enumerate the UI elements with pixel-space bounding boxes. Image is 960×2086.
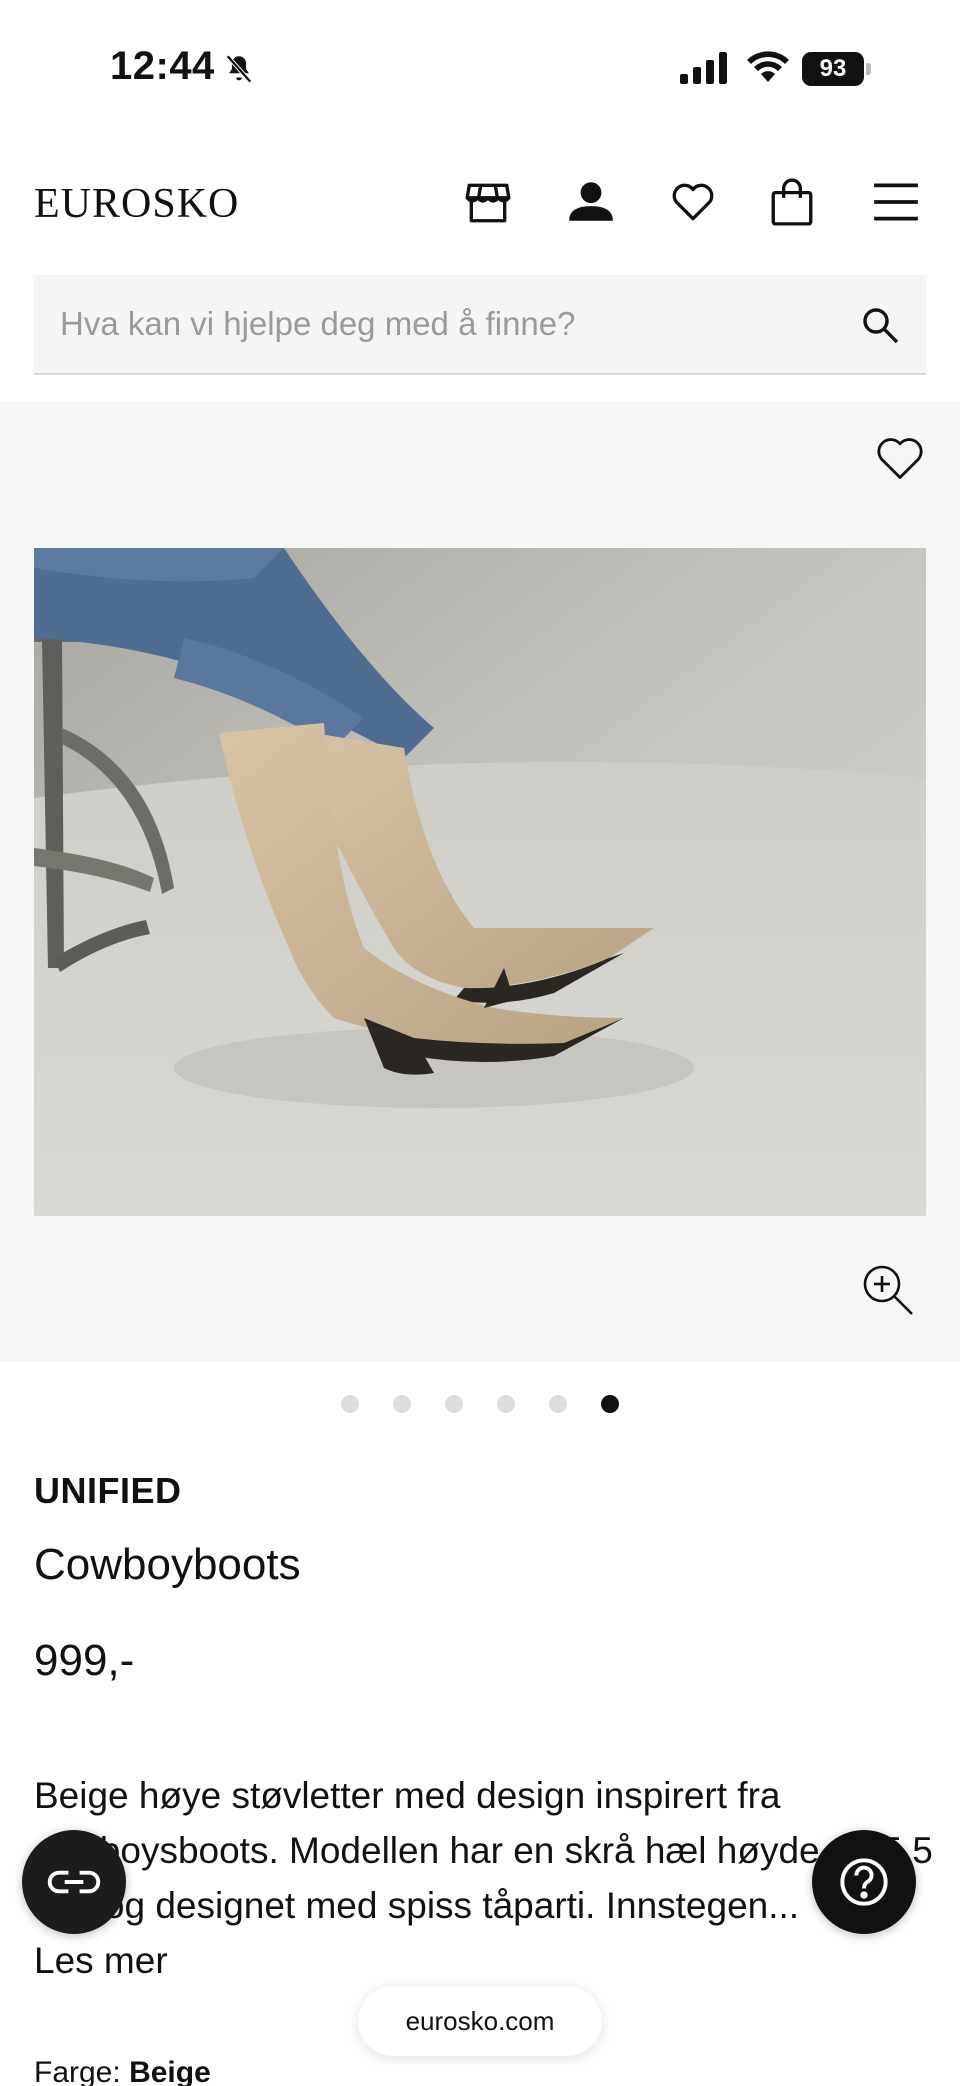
color-label: Farge:	[34, 2056, 121, 2086]
gallery-pagination	[0, 1395, 960, 1415]
product-name: Cowboyboots	[34, 1540, 301, 1589]
battery-tip	[866, 63, 871, 75]
status-time: 12:44	[110, 44, 215, 88]
bag-icon	[771, 178, 813, 226]
wifi-icon	[747, 51, 789, 82]
heart-icon	[672, 183, 714, 221]
eurosko-logo[interactable]: EUROSKO	[34, 180, 239, 228]
store-icon	[465, 183, 511, 223]
store-button[interactable]	[458, 172, 518, 232]
link-toggle-icon	[47, 1870, 101, 1894]
gallery-dot[interactable]	[549, 1395, 567, 1413]
search-icon[interactable]	[860, 305, 900, 345]
account-icon	[569, 182, 613, 221]
account-button[interactable]	[561, 172, 621, 232]
gallery-dot-active[interactable]	[601, 1395, 619, 1413]
wishlist-button[interactable]	[663, 172, 723, 232]
cart-button[interactable]	[762, 172, 822, 232]
product-description: Beige høye støvletter med design inspire…	[34, 1768, 934, 1988]
menu-button[interactable]	[866, 172, 926, 232]
battery-level: 93	[802, 52, 864, 86]
color-value: Beige	[129, 2056, 211, 2086]
status-bar: 12:44 93	[0, 0, 960, 140]
gallery-dot[interactable]	[393, 1395, 411, 1413]
gallery-dot[interactable]	[341, 1395, 359, 1413]
gallery-dot[interactable]	[497, 1395, 515, 1413]
product-image[interactable]	[34, 548, 926, 1216]
read-more-link[interactable]: Les mer	[34, 1933, 934, 1988]
accessibility-button[interactable]	[22, 1830, 126, 1934]
browser-url-bar[interactable]: eurosko.com	[358, 1986, 602, 2056]
product-gallery	[0, 402, 960, 1362]
cellular-signal-icon	[680, 52, 727, 84]
help-button[interactable]	[812, 1830, 916, 1934]
menu-icon	[874, 183, 918, 221]
search-bar	[34, 275, 926, 375]
product-brand[interactable]: UNIFIED	[34, 1470, 182, 1512]
question-icon	[840, 1858, 888, 1906]
color-selection: Farge: Beige	[34, 2056, 211, 2086]
battery-indicator: 93	[802, 52, 872, 86]
site-header: EUROSKO	[0, 160, 960, 270]
description-text: Beige høye støvletter med design inspire…	[34, 1775, 933, 1926]
product-price: 999,-	[34, 1636, 135, 1685]
gallery-dot[interactable]	[445, 1395, 463, 1413]
add-to-wishlist-heart-icon[interactable]	[874, 432, 926, 484]
search-input[interactable]	[60, 275, 840, 373]
zoom-in-icon[interactable]	[860, 1262, 916, 1318]
bell-muted-icon	[226, 54, 252, 84]
